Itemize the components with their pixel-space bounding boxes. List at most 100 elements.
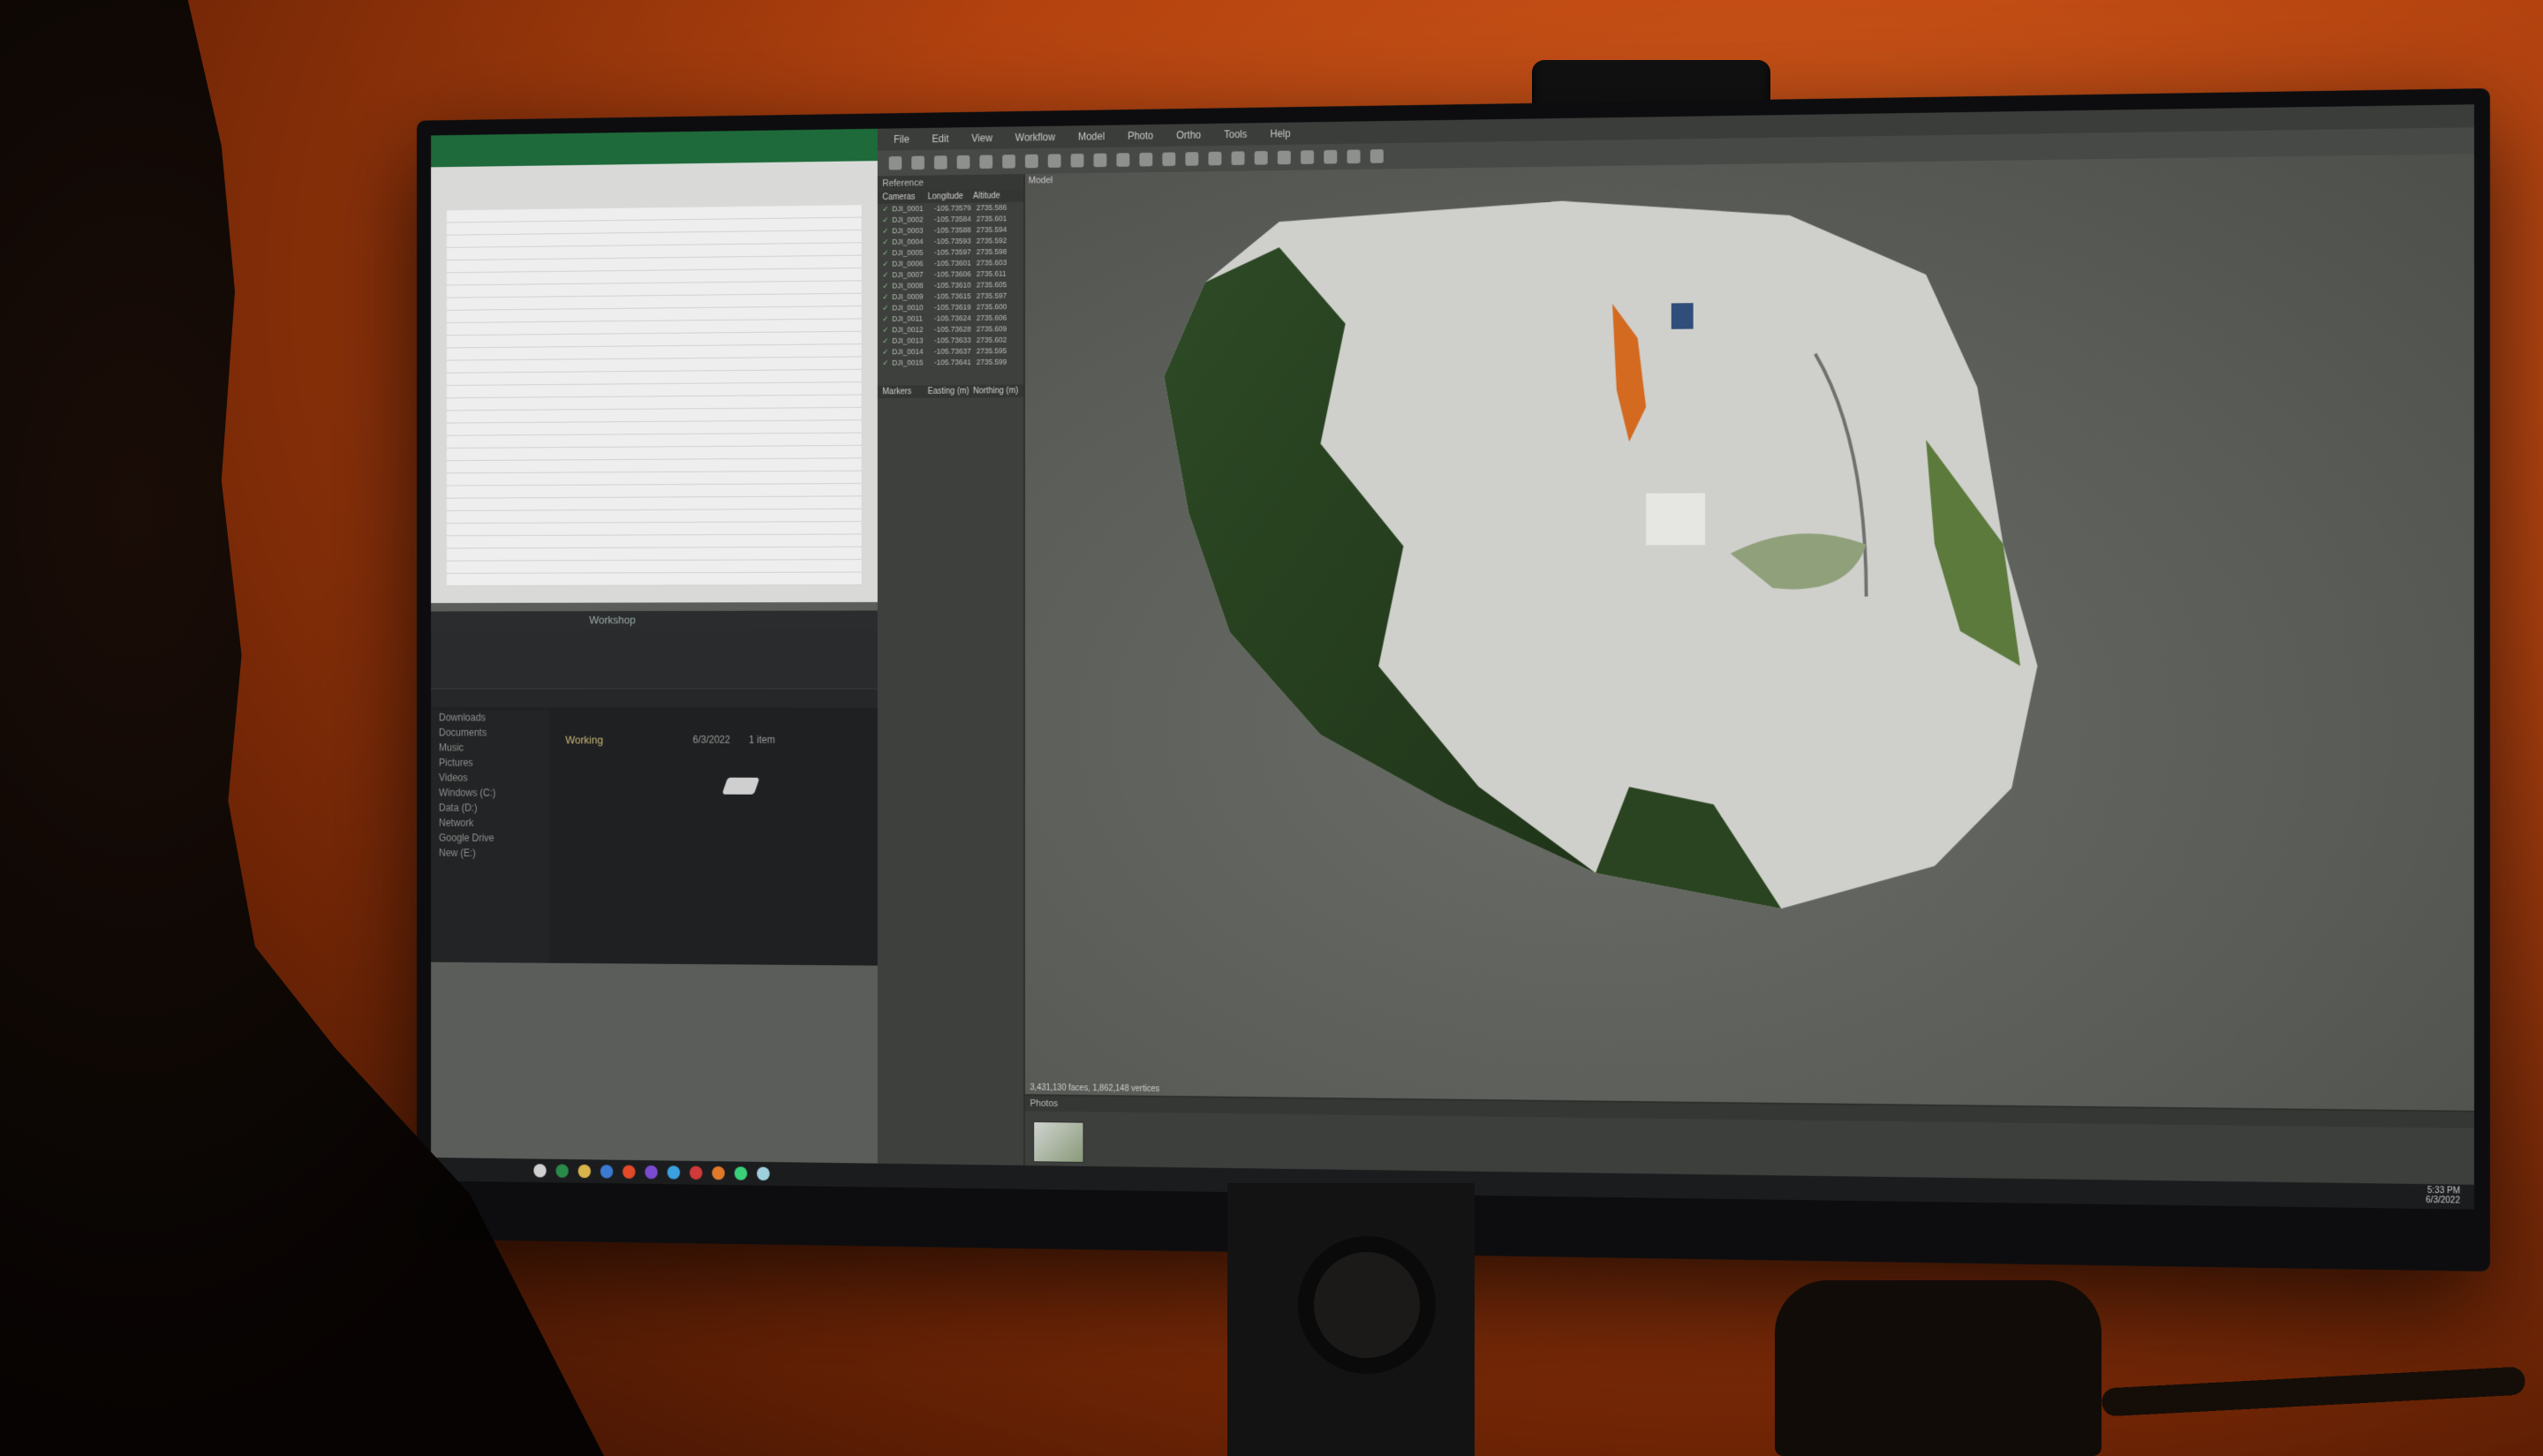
explorer-file-list: Working 6/3/2022 1 item <box>557 710 878 965</box>
reference-cell: DJI_0010 <box>892 303 924 313</box>
texture-icon[interactable] <box>1277 150 1291 165</box>
reset-view-icon[interactable] <box>1185 152 1199 166</box>
rectangle-select-icon[interactable] <box>1002 155 1015 169</box>
menu-item[interactable]: Workflow <box>1015 131 1055 143</box>
check-icon[interactable]: ✓ <box>882 348 892 358</box>
terrain-model <box>1164 194 2038 910</box>
reference-cell: 2735.598 <box>976 246 1007 256</box>
nav-item[interactable]: Videos <box>431 770 549 785</box>
ruler-icon[interactable] <box>1070 153 1084 168</box>
check-icon[interactable]: ✓ <box>882 215 892 225</box>
col-header[interactable]: Easting (m) <box>928 387 973 396</box>
nav-item[interactable]: Music <box>431 740 549 755</box>
explorer-ribbon[interactable] <box>431 629 878 690</box>
check-icon[interactable]: ✓ <box>882 282 892 291</box>
ultrawide-monitor: Workshop Downloads Documents Music Pictu… <box>417 88 2490 1271</box>
reference-cell: 2735.595 <box>976 346 1007 356</box>
shape-icon[interactable] <box>1347 149 1361 164</box>
col-header[interactable]: Longitude <box>928 192 973 201</box>
reference-cell: DJI_0009 <box>892 291 924 301</box>
file-explorer-window: Workshop Downloads Documents Music Pictu… <box>431 610 878 966</box>
reference-cell: DJI_0003 <box>892 226 924 236</box>
col-header[interactable]: Cameras <box>882 192 927 202</box>
nav-item[interactable]: Google Drive <box>431 830 549 846</box>
grid-icon[interactable] <box>1208 151 1222 166</box>
menu-item[interactable]: Model <box>1078 131 1105 143</box>
col-header[interactable]: Northing (m) <box>973 386 1019 396</box>
zoom-out-icon[interactable] <box>1162 152 1176 167</box>
app-icon[interactable] <box>712 1166 725 1181</box>
mesh-icon[interactable] <box>1254 150 1268 165</box>
check-icon[interactable]: ✓ <box>882 336 892 346</box>
chrome-icon[interactable] <box>623 1165 636 1179</box>
nav-item[interactable]: Windows (C:) <box>431 785 549 800</box>
folder-icon[interactable] <box>577 1164 592 1179</box>
check-icon[interactable]: ✓ <box>882 358 892 368</box>
reference-cell: DJI_0001 <box>892 204 924 214</box>
viewport-status: 3,431,130 faces, 1,862,148 vertices <box>1030 1083 1160 1094</box>
photogrammetry-app: File Edit View Workflow Model Photo Orth… <box>877 104 2475 1210</box>
col-header[interactable]: Altitude <box>973 191 1019 201</box>
check-icon[interactable]: ✓ <box>882 314 892 324</box>
undo-icon[interactable] <box>933 155 947 170</box>
crop-icon[interactable] <box>1116 153 1130 167</box>
3d-model-viewport[interactable]: Model 3,431,130 faces, 1,862,148 vertice… <box>1024 154 2475 1113</box>
col-header[interactable]: Markers <box>882 387 927 396</box>
nav-item[interactable]: New (E:) <box>431 845 549 861</box>
zoom-in-icon[interactable] <box>1139 152 1153 167</box>
move-icon[interactable] <box>1024 154 1038 169</box>
nav-item[interactable]: Data (D:) <box>431 800 549 816</box>
system-tray[interactable]: 5:33 PM 6/3/2022 <box>2426 1186 2460 1205</box>
menu-item[interactable]: Edit <box>932 132 949 145</box>
reference-cell: DJI_0008 <box>892 281 924 290</box>
viewport-tab[interactable]: Model <box>1029 176 1053 186</box>
check-icon[interactable]: ✓ <box>882 249 892 259</box>
check-icon[interactable]: ✓ <box>882 260 892 269</box>
nav-item[interactable]: Documents <box>431 725 549 740</box>
app-icon[interactable] <box>667 1166 681 1180</box>
reference-row[interactable]: ✓ DJI_0015 -105.73641 2735.599 <box>878 357 1023 369</box>
select-icon[interactable] <box>979 155 993 170</box>
nav-item[interactable]: Network <box>431 815 549 831</box>
redo-icon[interactable] <box>956 155 970 170</box>
points-icon[interactable] <box>1231 151 1245 166</box>
reference-cell: -105.73619 <box>933 302 971 312</box>
reference-cell: DJI_0012 <box>892 325 924 335</box>
open-icon[interactable] <box>888 155 902 170</box>
folder-item[interactable]: Working <box>565 734 603 746</box>
check-icon[interactable]: ✓ <box>882 292 892 302</box>
marker-icon[interactable] <box>1324 149 1338 164</box>
check-icon[interactable]: ✓ <box>882 227 892 237</box>
rotate-icon[interactable] <box>1047 154 1061 168</box>
menu-item[interactable]: File <box>894 133 909 146</box>
app-icon[interactable] <box>689 1166 703 1180</box>
menu-item[interactable]: Tools <box>1224 128 1247 140</box>
edge-icon[interactable] <box>600 1165 614 1179</box>
explorer-address-bar[interactable] <box>431 689 878 708</box>
app-icon[interactable] <box>645 1165 658 1180</box>
check-icon[interactable]: ✓ <box>882 205 892 215</box>
camera-icon[interactable] <box>1301 150 1315 164</box>
nav-item[interactable]: Pictures <box>431 755 549 770</box>
menu-item[interactable]: Photo <box>1128 130 1153 142</box>
flag-icon[interactable] <box>1370 149 1384 163</box>
check-icon[interactable]: ✓ <box>882 270 892 280</box>
menu-item[interactable]: View <box>971 132 992 145</box>
menu-item[interactable]: Ortho <box>1176 129 1201 141</box>
check-icon[interactable]: ✓ <box>882 238 892 247</box>
explorer-title: Workshop <box>431 610 878 630</box>
reference-cell: DJI_0014 <box>892 347 924 357</box>
delete-icon[interactable] <box>1093 153 1107 168</box>
photo-thumbnail[interactable] <box>1033 1121 1084 1163</box>
excel-icon[interactable] <box>555 1164 569 1178</box>
metashape-icon[interactable] <box>757 1166 770 1181</box>
reference-cell: 2735.606 <box>976 313 1007 322</box>
check-icon[interactable]: ✓ <box>882 304 892 313</box>
nav-item[interactable]: Downloads <box>431 710 549 725</box>
app-icon[interactable] <box>734 1166 748 1181</box>
save-icon[interactable] <box>911 155 924 170</box>
search-icon[interactable] <box>533 1164 547 1178</box>
reference-cell: -105.73637 <box>933 346 971 356</box>
check-icon[interactable]: ✓ <box>882 326 892 336</box>
menu-item[interactable]: Help <box>1270 127 1290 140</box>
